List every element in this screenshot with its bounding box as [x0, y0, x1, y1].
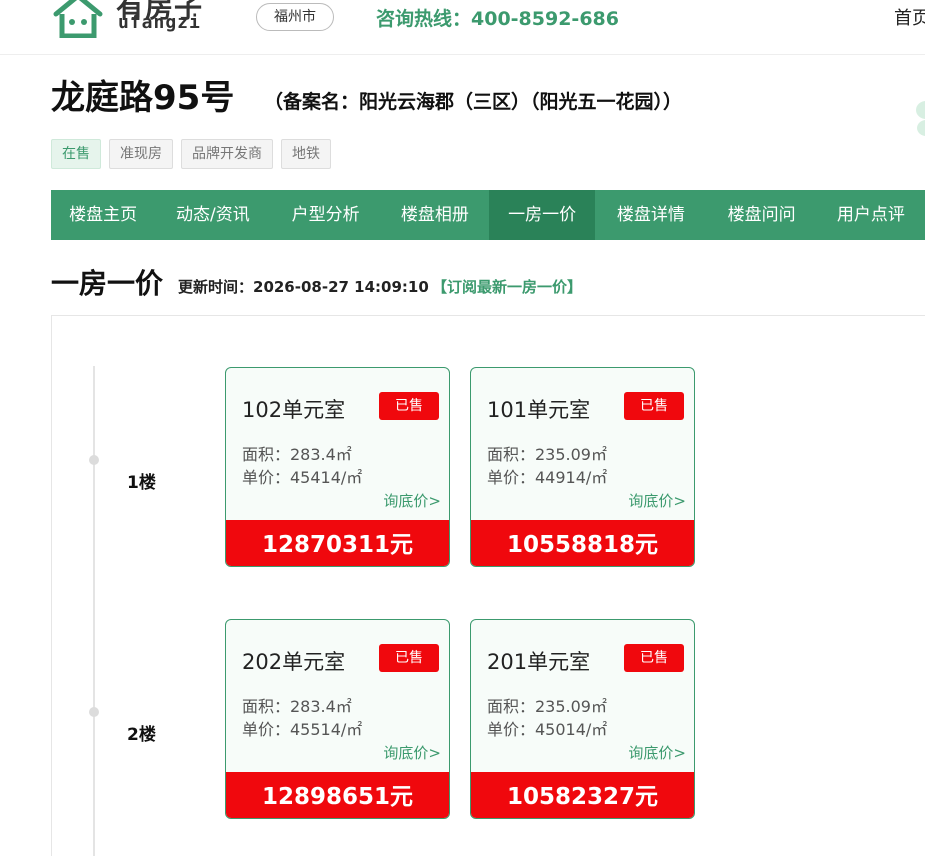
unit-price: 单价：44914/㎡	[487, 468, 608, 487]
tab-details[interactable]: 楼盘详情	[595, 190, 706, 240]
unit-price: 单价：45414/㎡	[242, 468, 363, 487]
decorative-leaf-icon	[916, 101, 925, 136]
timeline-dot	[89, 707, 99, 717]
tab-floorplans[interactable]: 户型分析	[270, 190, 380, 240]
logo-text-en: ufangzi	[118, 12, 201, 33]
timeline-dot	[89, 455, 99, 465]
city-selector-button[interactable]: 福州市	[256, 3, 334, 31]
unit-price: 单价：45514/㎡	[242, 720, 363, 739]
hotline-text: 咨询热线：400-8592-686	[376, 8, 619, 30]
sold-badge: 已售	[379, 644, 439, 672]
unit-total-price: 12870311元	[226, 520, 449, 566]
subscribe-link[interactable]: 【订阅最新一房一价】	[432, 276, 582, 297]
floor-label: 1楼	[127, 473, 156, 493]
tab-price-list[interactable]: 一房一价	[488, 190, 596, 240]
sold-badge: 已售	[379, 392, 439, 420]
site-header: 有房子 ufangzi 福州市 咨询热线：400-8592-686 首页	[0, 0, 925, 55]
unit-area: 面积：283.4㎡	[242, 445, 352, 464]
ask-price-link[interactable]: 询底价>	[383, 742, 441, 763]
sold-badge: 已售	[624, 644, 684, 672]
property-record-name: （备案名：阳光云海郡（三区）（阳光五一花园））	[264, 91, 683, 113]
unit-card[interactable]: 201单元室 已售 面积：235.09㎡ 单价：45014/㎡ 询底价> 105…	[470, 619, 695, 819]
property-tags: 在售 准现房 品牌开发商 地铁	[51, 139, 331, 169]
ask-price-link[interactable]: 询底价>	[628, 490, 686, 511]
floor-label: 2楼	[127, 725, 156, 745]
tag-on-sale: 在售	[51, 139, 101, 169]
unit-room: 101单元室	[487, 398, 591, 422]
tag-near-ready: 准现房	[109, 139, 173, 169]
unit-total-price: 10558818元	[471, 520, 694, 566]
tab-news[interactable]: 动态/资讯	[155, 190, 270, 240]
unit-total-price: 12898651元	[226, 772, 449, 818]
nav-home-link[interactable]: 首页	[894, 4, 925, 30]
section-title: 一房一价	[51, 267, 164, 300]
unit-total-price: 10582327元	[471, 772, 694, 818]
unit-room: 201单元室	[487, 650, 591, 674]
tab-reviews[interactable]: 用户点评	[817, 190, 925, 240]
update-time: 更新时间：2026-08-27 14:09:10	[178, 278, 429, 296]
ask-price-link[interactable]: 询底价>	[628, 742, 686, 763]
tab-home[interactable]: 楼盘主页	[51, 190, 155, 240]
ask-price-link[interactable]: 询底价>	[383, 490, 441, 511]
tag-metro: 地铁	[281, 139, 331, 169]
unit-price: 单价：45014/㎡	[487, 720, 608, 739]
unit-card[interactable]: 101单元室 已售 面积：235.09㎡ 单价：44914/㎡ 询底价> 105…	[470, 367, 695, 567]
unit-room: 102单元室	[242, 398, 346, 422]
unit-card[interactable]: 202单元室 已售 面积：283.4㎡ 单价：45514/㎡ 询底价> 1289…	[225, 619, 450, 819]
unit-area: 面积：283.4㎡	[242, 697, 352, 716]
tab-album[interactable]: 楼盘相册	[381, 190, 489, 240]
tag-brand-developer: 品牌开发商	[181, 139, 273, 169]
floor-timeline	[93, 366, 95, 856]
property-title: 龙庭路95号	[51, 78, 235, 118]
sold-badge: 已售	[624, 392, 684, 420]
unit-area: 面积：235.09㎡	[487, 697, 607, 716]
property-nav: 楼盘主页 动态/资讯 户型分析 楼盘相册 一房一价 楼盘详情 楼盘问问 用户点评	[51, 190, 925, 240]
unit-card[interactable]: 102单元室 已售 面积：283.4㎡ 单价：45414/㎡ 询底价> 1287…	[225, 367, 450, 567]
unit-room: 202单元室	[242, 650, 346, 674]
tab-qa[interactable]: 楼盘问问	[707, 190, 817, 240]
site-logo[interactable]: 有房子 ufangzi	[52, 0, 222, 40]
house-logo-icon	[53, 0, 103, 38]
unit-area: 面积：235.09㎡	[487, 445, 607, 464]
